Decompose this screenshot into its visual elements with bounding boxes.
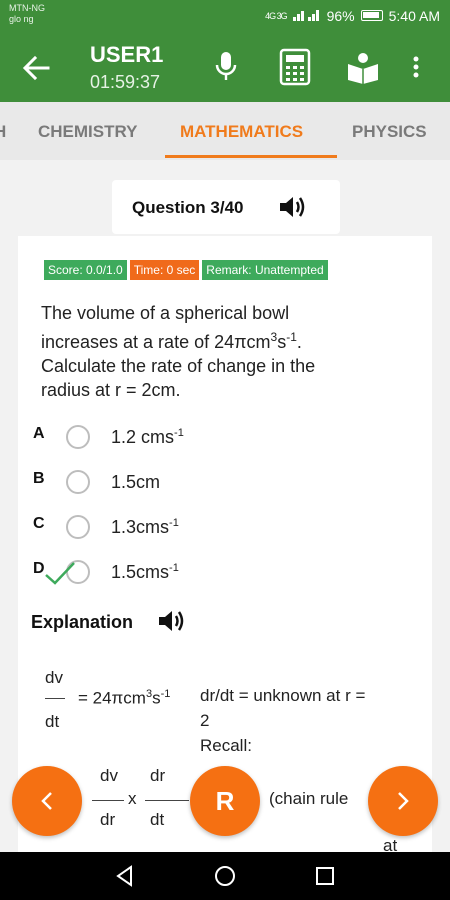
times-sign: x: [128, 789, 137, 808]
frac-numerator: dv: [100, 766, 118, 785]
system-nav-bar: [0, 852, 450, 900]
radio-button[interactable]: [66, 515, 90, 539]
calculator-icon[interactable]: [278, 48, 312, 86]
rate-equation: = 24πcm3s-1: [78, 688, 171, 708]
frac-numerator: dr: [150, 766, 166, 785]
more-vert-icon[interactable]: [406, 48, 426, 86]
speaker-icon[interactable]: [278, 194, 308, 220]
question-line: Calculate the rate of change in the: [41, 356, 316, 376]
question-line: increases at a rate of 24πcm3s-1.: [41, 330, 302, 352]
tab-mathematics[interactable]: MATHEMATICS: [180, 122, 303, 142]
time-badge: Time: 0 sec: [129, 260, 200, 280]
tab-partial[interactable]: H: [0, 122, 6, 142]
status-badges: Score: 0.0/1.0 Time: 0 sec Remark: Unatt…: [44, 260, 328, 280]
subject-tabs: H CHEMISTRY MATHEMATICS PHYSICS: [0, 102, 450, 160]
frac-denominator: dt: [45, 712, 60, 731]
option-letter: A: [33, 425, 45, 442]
clock: 5:40 AM: [388, 7, 440, 24]
radio-button[interactable]: [66, 425, 90, 449]
question-line: The volume of a spherical bowl: [41, 303, 290, 323]
question-text: The volume of a spherical bowl increases…: [41, 301, 401, 402]
back-arrow-icon[interactable]: [18, 50, 54, 86]
nav-back-icon[interactable]: [113, 864, 137, 888]
option-a[interactable]: A 1.2 cms-1: [18, 422, 432, 452]
chevron-left-icon: [41, 792, 52, 810]
explanation-heading: Explanation: [31, 612, 134, 632]
frac-denominator: dt: [150, 810, 165, 829]
app-bar: USER1 01:59:37: [0, 32, 450, 102]
tab-physics[interactable]: PHYSICS: [352, 122, 427, 142]
battery-percent: 96%: [326, 7, 355, 24]
option-letter: C: [33, 515, 45, 532]
carrier-line2: glo ng: [9, 14, 34, 24]
fraction-bar: [92, 800, 124, 801]
option-text: 1.5cm: [111, 472, 161, 492]
next-button[interactable]: [368, 766, 438, 836]
option-c[interactable]: C 1.3cms-1: [18, 512, 432, 542]
signal-bars-icon: [292, 7, 321, 24]
chevron-right-icon: [398, 792, 409, 810]
previous-button[interactable]: [12, 766, 82, 836]
drdt-text: dr/dt = unknown at r =: [200, 686, 366, 705]
exam-timer: 01:59:37: [90, 72, 161, 92]
fraction-bar: [45, 698, 65, 699]
question-header-card: Question 3/40: [112, 180, 340, 234]
status-right: 4G 3G 96% 5:40 AM: [265, 7, 440, 24]
option-d[interactable]: D 1.5cms-1: [18, 557, 432, 587]
nav-recents-icon[interactable]: [313, 864, 337, 888]
option-b[interactable]: B 1.5cm: [18, 467, 432, 497]
fraction-bar: [177, 800, 189, 801]
user-title: USER1: [90, 42, 164, 67]
review-button[interactable]: R: [190, 766, 260, 836]
question-line: radius at r = 2cm.: [41, 380, 181, 400]
tab-chemistry[interactable]: CHEMISTRY: [38, 122, 138, 142]
recall-text: Recall:: [200, 736, 252, 755]
drdt-value: 2: [200, 711, 210, 730]
question-counter: Question 3/40: [132, 198, 244, 217]
signal-icon: 4G 3G: [265, 10, 287, 21]
score-badge: Score: 0.0/1.0: [44, 260, 127, 280]
option-text: 1.3cms-1: [111, 517, 179, 537]
speaker-icon[interactable]: [157, 608, 187, 634]
option-text: 1.5cms-1: [111, 562, 179, 582]
review-label: R: [215, 785, 235, 816]
frac-denominator: dr: [100, 810, 116, 829]
correct-check-icon: [44, 557, 76, 587]
option-text: 1.2 cms-1: [111, 427, 184, 447]
microphone-icon[interactable]: [209, 48, 243, 86]
carrier-label: MTN-NG glo ng: [9, 3, 45, 25]
carrier-line1: MTN-NG: [9, 3, 45, 13]
radio-button[interactable]: [66, 470, 90, 494]
chain-rule-text: (chain rule: [269, 789, 349, 808]
option-letter: B: [33, 470, 45, 487]
option-letter: D: [33, 560, 45, 577]
question-content: Score: 0.0/1.0 Time: 0 sec Remark: Unatt…: [18, 236, 432, 856]
frac-numerator: dv: [45, 668, 63, 687]
battery-icon: [360, 10, 383, 21]
tab-indicator: [165, 155, 337, 158]
fraction-bar: [145, 800, 177, 801]
status-bar: MTN-NG glo ng 4G 3G 96% 5:40 AM: [0, 0, 450, 32]
remark-badge: Remark: Unattempted: [202, 260, 328, 280]
reading-person-icon[interactable]: [346, 48, 380, 86]
nav-home-icon[interactable]: [213, 864, 237, 888]
